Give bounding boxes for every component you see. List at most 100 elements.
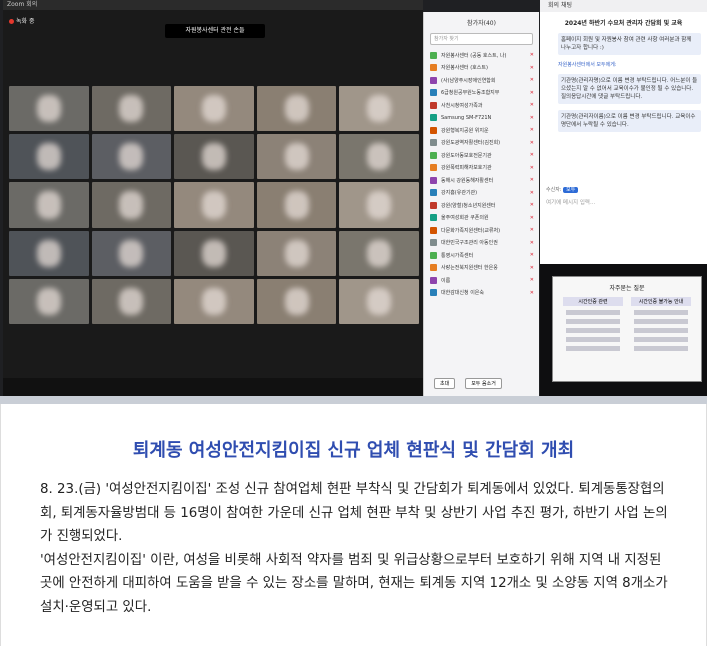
zoom-footer — [3, 378, 423, 396]
chat-message: 기관명(관리자명)으로 이름 변경 부탁드립니다. 어느분이 들으셨는지 알 수… — [558, 74, 701, 104]
participant-buttons: 초대 모두 음소거 — [434, 378, 502, 389]
video-tile — [339, 230, 419, 276]
participant-avatar — [430, 151, 437, 159]
mic-muted-icon: ✕ — [529, 239, 534, 246]
article-title: 퇴계동 여성안전지킴이집 신규 업체 현판식 및 간담회 개최 — [132, 440, 575, 461]
participant-name: 울주여성회관 쿠폰의원 — [441, 215, 489, 222]
participant-row: 동해시 강원동해자활센터 ✕ — [424, 174, 539, 187]
video-tile — [256, 134, 337, 180]
participant-name: 이름 — [441, 277, 451, 284]
article-paragraph: 8. 23.(금) '여성안전지킴이집' 조성 신규 참여업체 현판 부착식 및… — [40, 482, 668, 544]
participant-avatar — [430, 289, 437, 297]
video-tile — [91, 86, 172, 132]
participant-name: 강원형복지공원 위지운 — [441, 127, 489, 134]
participant-name: 강원도아동보호전문기관 — [441, 152, 492, 159]
zoom-titlebar: Zoom 회의 — [3, 0, 423, 10]
slide-column-heading: 시간인증 불가능 안내 — [631, 297, 691, 306]
blurred-face — [284, 239, 309, 267]
video-tile — [174, 182, 254, 228]
mic-muted-icon: ✕ — [529, 252, 534, 259]
participant-name: 강지흠(유관기관) — [441, 190, 478, 197]
participant-avatar — [430, 76, 437, 84]
mic-muted-icon: ✕ — [529, 152, 534, 159]
participant-avatar — [430, 276, 437, 284]
desk-surface — [0, 396, 707, 404]
blurred-face — [367, 143, 392, 171]
participant-row: 강원(양철)청소년지원센터 ✕ — [424, 199, 539, 212]
blurred-face — [367, 239, 392, 267]
record-dot-icon — [9, 19, 14, 24]
blurred-face — [367, 287, 392, 315]
video-grid — [9, 86, 419, 324]
video-tile — [91, 230, 172, 276]
raise-hand-banner: 자원봉사센터 관전 손들 — [165, 24, 265, 38]
participant-avatar — [430, 251, 437, 259]
video-tile — [9, 86, 89, 132]
mic-muted-icon: ✕ — [529, 64, 534, 71]
mic-muted-icon: ✕ — [529, 77, 534, 84]
blurred-face — [284, 95, 309, 123]
participant-name: 다문화가족지원센터(교류처) — [441, 227, 501, 234]
participant-row: 이름 ✕ — [424, 274, 539, 287]
video-tile — [9, 182, 89, 228]
video-tile — [339, 182, 419, 228]
chat-message-line: 기관명(관리자명)으로 이름 변경 부탁드립니다. — [561, 78, 669, 84]
participant-name: 6급청원공무원노동조합지부 — [441, 90, 500, 97]
participant-row: 자원봉사센터 (호스트) ✕ — [424, 62, 539, 75]
mic-muted-icon: ✕ — [529, 102, 534, 109]
chat-message-line: 질의응답시간에 댓글 부탁드립니다. — [561, 94, 643, 100]
participant-row: Samsung SM-F721N ✕ — [424, 112, 539, 125]
blurred-face — [284, 287, 309, 315]
chat-sender: 자원봉사센터에서 모두에게: — [558, 62, 617, 68]
participant-avatar — [430, 264, 437, 272]
blurred-face — [36, 143, 61, 171]
mic-muted-icon: ✕ — [529, 114, 534, 121]
participant-row: 강원도광역자활센터(김진희) ✕ — [424, 137, 539, 150]
participant-avatar — [430, 101, 437, 109]
video-tile — [256, 278, 337, 324]
blurred-face — [284, 191, 309, 219]
participant-avatar — [430, 239, 437, 247]
participant-row: (사)남양주시장애인연합회 ✕ — [424, 74, 539, 87]
participant-avatar — [430, 139, 437, 147]
invite-button: 초대 — [434, 378, 456, 389]
video-tile — [174, 134, 254, 180]
participant-row: 강원폭력피해자보호기관 ✕ — [424, 162, 539, 175]
blurred-face — [367, 191, 392, 219]
participant-avatar — [430, 51, 437, 59]
participant-name: 자원봉사센터 (공동 호스트, 나) — [441, 52, 507, 59]
video-tile — [91, 278, 172, 324]
video-tile — [256, 230, 337, 276]
participant-row: 강지흠(유관기관) ✕ — [424, 187, 539, 200]
mute-all-button: 모두 음소거 — [465, 378, 502, 389]
participant-name: 강원(양철)청소년지원센터 — [441, 202, 496, 209]
participant-row: 대한민국구조관리 아동인권 ✕ — [424, 237, 539, 250]
chat-panel: 회의 채팅 2024년 하반기 수요처 관리자 간담회 및 교육 홈페이지 회원… — [540, 0, 707, 264]
blurred-face — [36, 191, 61, 219]
chat-input: 여기에 메시지 입력... — [546, 200, 596, 206]
participant-avatar — [430, 226, 437, 234]
blurred-face — [202, 143, 226, 171]
zoom-window: Zoom 회의 녹화 중 자원봉사센터 관전 손들 — [3, 0, 423, 396]
participant-name: 통영시가족센터 — [441, 252, 474, 259]
mic-muted-icon: ✕ — [529, 227, 534, 234]
participant-avatar — [430, 214, 437, 222]
blurred-face — [202, 287, 226, 315]
video-tile — [91, 134, 172, 180]
blurred-face — [36, 287, 61, 315]
participant-avatar — [430, 64, 437, 72]
participant-row: 자원봉사센터 (공동 호스트, 나) ✕ — [424, 49, 539, 62]
mic-muted-icon: ✕ — [529, 89, 534, 96]
participant-name: 사랑는전북지원센터 한은웅 — [441, 265, 498, 272]
participant-row: 강원도아동보호전문기관 ✕ — [424, 149, 539, 162]
participant-avatar — [430, 189, 437, 197]
participant-avatar — [430, 126, 437, 134]
participant-name: 강원도광역자활센터(김진희) — [441, 140, 501, 147]
mic-muted-icon: ✕ — [529, 189, 534, 196]
participant-row: 다문화가족지원센터(교류처) ✕ — [424, 224, 539, 237]
participant-name: 사천시청여성가족과 — [441, 102, 483, 109]
mic-muted-icon: ✕ — [529, 202, 534, 209]
video-tile — [339, 134, 419, 180]
video-tile — [91, 182, 172, 228]
slide-title: 자주묻는 질문 — [609, 285, 645, 292]
